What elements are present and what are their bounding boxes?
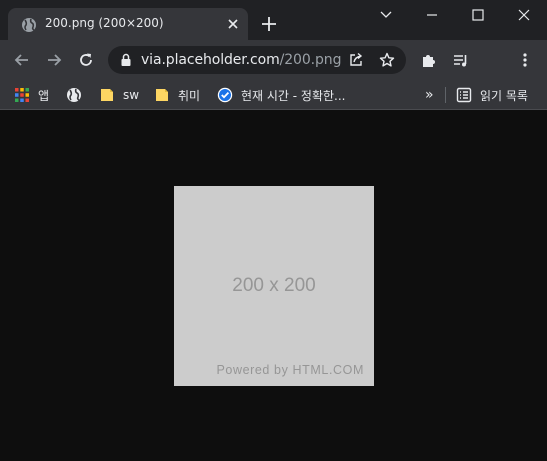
- close-icon: [518, 9, 530, 21]
- bookmarks-overflow-button[interactable]: »: [425, 84, 434, 106]
- globe-icon: [21, 17, 37, 33]
- minimize-icon: [427, 14, 437, 16]
- toolbar: via.placeholder.com/200.png: [0, 40, 547, 80]
- bookmarks-bar: 앱 sw 취미 현재 시간 - 정확한... » 읽기 목록: [0, 80, 547, 110]
- reading-list-button[interactable]: 읽기 목록: [456, 84, 528, 106]
- star-icon[interactable]: [379, 52, 395, 68]
- globe-icon: [66, 87, 82, 103]
- tab-active[interactable]: 200.png (200×200): [8, 8, 248, 40]
- bookmark-apps[interactable]: 앱: [14, 84, 49, 106]
- maximize-icon: [472, 9, 484, 21]
- reading-list-label: 읽기 목록: [480, 88, 528, 103]
- folder-icon: [154, 87, 170, 103]
- bookmark-time[interactable]: 현재 시간 - 정확한...: [217, 84, 346, 106]
- placeholder-image: 200 x 200 Powered by HTML.COM: [174, 186, 374, 386]
- media-button[interactable]: [449, 48, 473, 72]
- chevron-down-icon: [380, 11, 392, 18]
- close-window-button[interactable]: [501, 0, 547, 30]
- close-icon[interactable]: [225, 16, 241, 32]
- bookmark-folder-hobby[interactable]: 취미: [154, 84, 200, 106]
- share-icon[interactable]: [348, 52, 364, 68]
- back-button[interactable]: [10, 48, 34, 72]
- back-arrow-icon: [14, 54, 28, 66]
- clock-icon: [217, 87, 233, 103]
- new-tab-icon[interactable]: [259, 14, 279, 34]
- puzzle-icon: [423, 55, 435, 67]
- divider: [445, 87, 446, 103]
- extensions-button[interactable]: [417, 48, 441, 72]
- browser-window: 200.png (200×200) via.placeholder.com/20…: [0, 0, 547, 461]
- bookmark-label: 취미: [178, 88, 201, 103]
- minimize-button[interactable]: [409, 0, 455, 30]
- menu-button[interactable]: [513, 48, 537, 72]
- maximize-button[interactable]: [455, 0, 501, 30]
- tab-strip: 200.png (200×200): [0, 0, 547, 40]
- tab-title: 200.png (200×200): [45, 16, 164, 30]
- reading-list-icon: [456, 87, 472, 103]
- url-text: via.placeholder.com/200.png: [141, 52, 342, 68]
- bookmark-label: 현재 시간 - 정확한...: [241, 88, 346, 103]
- bookmark-label: 앱: [38, 88, 50, 103]
- tab-search-button[interactable]: [363, 0, 409, 30]
- lock-icon[interactable]: [120, 53, 132, 67]
- address-bar[interactable]: via.placeholder.com/200.png: [108, 46, 406, 74]
- forward-arrow-icon: [48, 54, 62, 66]
- image-dimensions-text: 200 x 200: [232, 275, 316, 296]
- apps-grid-icon: [14, 87, 30, 103]
- media-queue-icon: [454, 55, 467, 67]
- page-content: 200 x 200 Powered by HTML.COM: [0, 111, 547, 461]
- reload-icon: [80, 53, 92, 66]
- kebab-menu-icon: [523, 53, 527, 67]
- bookmark-globe[interactable]: [66, 84, 90, 106]
- folder-icon: [99, 87, 115, 103]
- bookmark-label: sw: [123, 88, 140, 102]
- bookmark-folder-sw[interactable]: sw: [99, 84, 139, 106]
- image-powered-by-text: Powered by HTML.COM: [216, 363, 364, 377]
- forward-button[interactable]: [42, 48, 66, 72]
- reload-button[interactable]: [74, 48, 98, 72]
